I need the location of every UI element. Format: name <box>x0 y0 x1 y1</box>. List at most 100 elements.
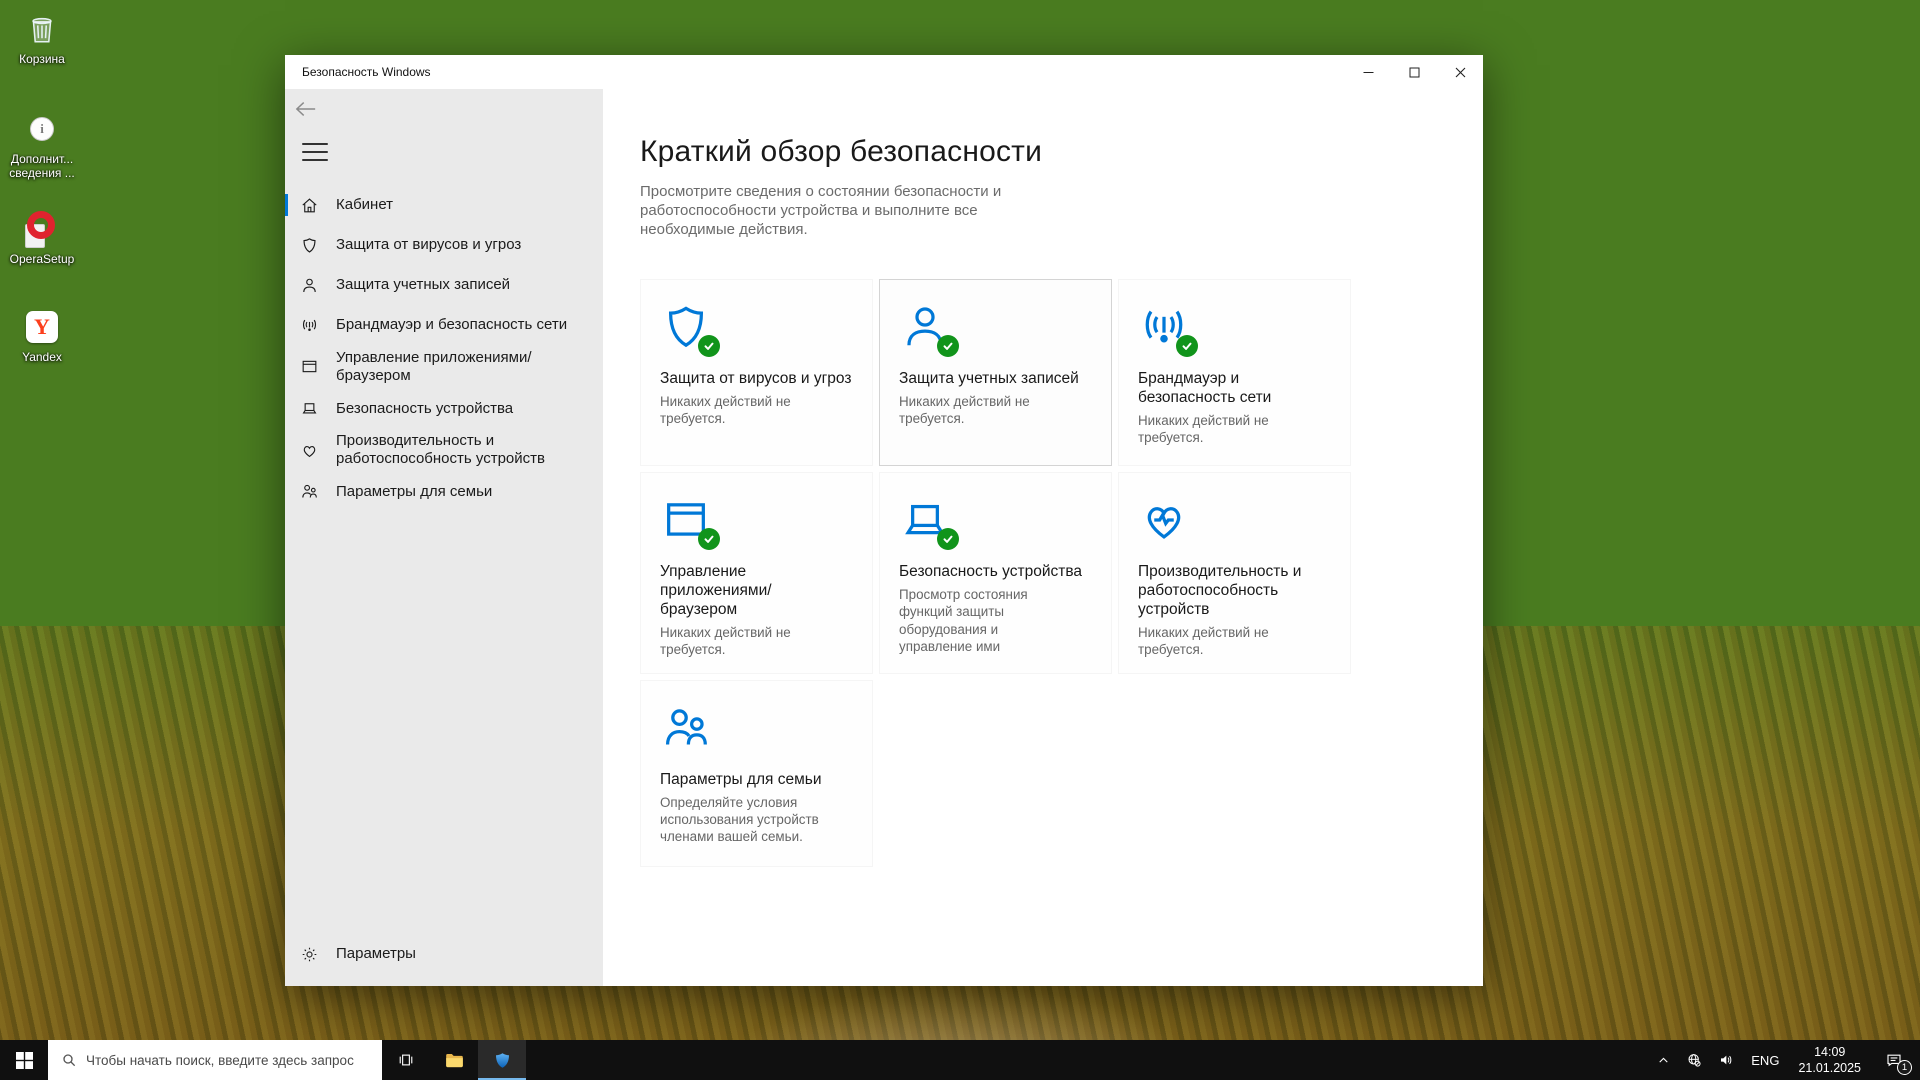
chevron-up-icon <box>1657 1054 1670 1067</box>
sidebar-item-label: Защита от вирусов и угроз <box>336 236 521 254</box>
status-ok-badge <box>698 335 720 357</box>
desktop-icon-label: Yandex <box>22 350 62 364</box>
page-title: Краткий обзор безопасности <box>640 135 1453 169</box>
home-icon <box>300 196 319 215</box>
desktop-icon-recycle-bin[interactable]: Корзина <box>0 10 84 66</box>
tray-expand-button[interactable] <box>1652 1040 1675 1080</box>
tile-account-protection[interactable]: Защита учетных записей Никаких действий … <box>879 279 1112 466</box>
sidebar-item-device-security[interactable]: Безопасность устройства <box>285 388 603 428</box>
action-center-button[interactable]: 1 <box>1874 1040 1914 1080</box>
sidebar-item-label: Параметры для семьи <box>336 483 492 501</box>
speaker-icon <box>1718 1052 1734 1068</box>
system-tray: ENG 14:09 21.01.2025 1 <box>1652 1040 1920 1080</box>
clock-time: 14:09 <box>1814 1044 1845 1060</box>
tile-status-text: Никаких действий не требуется. <box>660 393 856 428</box>
sidebar-item-app-browser-control[interactable]: Управление приложениями/браузером <box>285 345 603 388</box>
app-window-icon <box>300 357 319 376</box>
notification-count-badge: 1 <box>1897 1060 1912 1075</box>
tile-device-security[interactable]: Безопасность устройства Просмотр состоян… <box>879 472 1112 674</box>
tile-title: Брандмауэр и безопасность сети <box>1138 370 1298 408</box>
heart-icon <box>300 441 319 460</box>
desktop-icon-label: Корзина <box>19 52 65 66</box>
taskbar-search-input[interactable]: Чтобы начать поиск, введите здесь запрос <box>48 1040 382 1080</box>
network-status-button[interactable] <box>1681 1040 1707 1080</box>
network-icon <box>300 316 319 335</box>
security-tiles-grid: Защита от вирусов и угроз Никаких действ… <box>640 279 1453 867</box>
status-ok-badge <box>937 528 959 550</box>
window-title: Безопасность Windows <box>285 65 1345 79</box>
menu-toggle-button[interactable] <box>302 143 328 161</box>
sidebar-item-label: Кабинет <box>336 196 393 214</box>
family-icon <box>300 482 319 501</box>
minimize-button[interactable] <box>1345 55 1391 89</box>
task-view-icon <box>397 1051 415 1069</box>
defender-shield-icon <box>493 1051 512 1070</box>
status-ok-badge <box>1176 335 1198 357</box>
desktop-icon-label: OperaSetup <box>10 252 75 266</box>
sidebar-item-device-performance-health[interactable]: Производительность и работоспособность у… <box>285 428 603 471</box>
desktop-icon-additional-info[interactable]: i Дополнит... сведения ... <box>0 110 84 181</box>
main-content: Краткий обзор безопасности Просмотрите с… <box>603 89 1483 986</box>
laptop-icon <box>300 399 319 418</box>
tile-virus-threat-protection[interactable]: Защита от вирусов и угроз Никаких действ… <box>640 279 873 466</box>
tile-status-text: Никаких действий не требуется. <box>660 624 856 659</box>
tile-status-text: Никаких действий не требуется. <box>1138 624 1334 659</box>
sidebar-item-account-protection[interactable]: Защита учетных записей <box>285 265 603 305</box>
tile-status-text: Никаких действий не требуется. <box>899 393 1095 428</box>
sidebar: Кабинет Защита от вирусов и угроз <box>285 89 603 986</box>
status-ok-badge <box>698 528 720 550</box>
start-button[interactable] <box>0 1040 48 1080</box>
task-view-button[interactable] <box>382 1040 430 1080</box>
titlebar[interactable]: Безопасность Windows <box>285 55 1483 89</box>
sidebar-item-label: Защита учетных записей <box>336 276 510 294</box>
clock-date: 21.01.2025 <box>1798 1060 1861 1076</box>
close-button[interactable] <box>1437 55 1483 89</box>
sidebar-item-label: Безопасность устройства <box>336 400 513 418</box>
sidebar-item-label: Управление приложениями/браузером <box>336 349 593 384</box>
file-explorer-button[interactable] <box>430 1040 478 1080</box>
tile-title: Производительность и работоспособность у… <box>1138 563 1313 620</box>
sidebar-item-label: Параметры <box>336 945 416 963</box>
yandex-logo-icon: Y <box>23 308 61 346</box>
person-icon <box>300 276 319 295</box>
windows-security-window: Безопасность Windows <box>285 55 1483 986</box>
search-icon <box>61 1052 77 1068</box>
family-icon <box>660 702 712 754</box>
sidebar-item-label: Брандмауэр и безопасность сети <box>336 316 567 334</box>
desktop: Корзина i Дополнит... сведения ... Opera… <box>0 0 1920 1080</box>
tile-title: Параметры для семьи <box>660 771 856 790</box>
tile-app-browser-control[interactable]: Управление приложениями/браузером Никаки… <box>640 472 873 674</box>
sidebar-item-settings[interactable]: Параметры <box>285 934 603 974</box>
sidebar-item-label: Производительность и работоспособность у… <box>336 432 566 467</box>
desktop-icon-opera-setup[interactable]: OperaSetup <box>0 210 84 266</box>
desktop-icon-label: Дополнит... сведения ... <box>9 152 75 181</box>
windows-logo-icon <box>16 1052 33 1069</box>
sidebar-item-virus-threat-protection[interactable]: Защита от вирусов и угроз <box>285 225 603 265</box>
tile-device-performance-health[interactable]: Производительность и работоспособность у… <box>1118 472 1351 674</box>
back-button[interactable] <box>295 97 335 121</box>
info-file-icon: i <box>23 110 61 148</box>
search-placeholder: Чтобы начать поиск, введите здесь запрос <box>86 1053 354 1068</box>
taskbar: Чтобы начать поиск, введите здесь запрос <box>0 1040 1920 1080</box>
tile-status-text: Никаких действий не требуется. <box>1138 412 1334 447</box>
volume-button[interactable] <box>1713 1040 1739 1080</box>
tile-status-text: Определяйте условия использования устрой… <box>660 794 830 846</box>
opera-logo-icon <box>23 210 61 248</box>
sidebar-item-firewall-network[interactable]: Брандмауэр и безопасность сети <box>285 305 603 345</box>
folder-icon <box>444 1050 465 1071</box>
tile-family-options[interactable]: Параметры для семьи Определяйте условия … <box>640 680 873 867</box>
maximize-button[interactable] <box>1391 55 1437 89</box>
clock[interactable]: 14:09 21.01.2025 <box>1791 1044 1868 1077</box>
sidebar-item-home[interactable]: Кабинет <box>285 185 603 225</box>
sidebar-item-family-options[interactable]: Параметры для семьи <box>285 472 603 512</box>
tile-firewall-network[interactable]: Брандмауэр и безопасность сети Никаких д… <box>1118 279 1351 466</box>
language-indicator[interactable]: ENG <box>1745 1053 1785 1068</box>
tile-title: Безопасность устройства <box>899 563 1095 582</box>
gear-icon <box>300 945 319 964</box>
tile-status-text: Просмотр состояния функций защиты оборуд… <box>899 586 1074 656</box>
recycle-bin-icon <box>23 10 61 48</box>
desktop-icon-yandex[interactable]: Y Yandex <box>0 308 84 364</box>
globe-no-internet-icon <box>1686 1052 1702 1068</box>
windows-security-taskbar-button[interactable] <box>478 1040 526 1080</box>
page-subtitle: Просмотрите сведения о состоянии безопас… <box>640 182 1032 239</box>
